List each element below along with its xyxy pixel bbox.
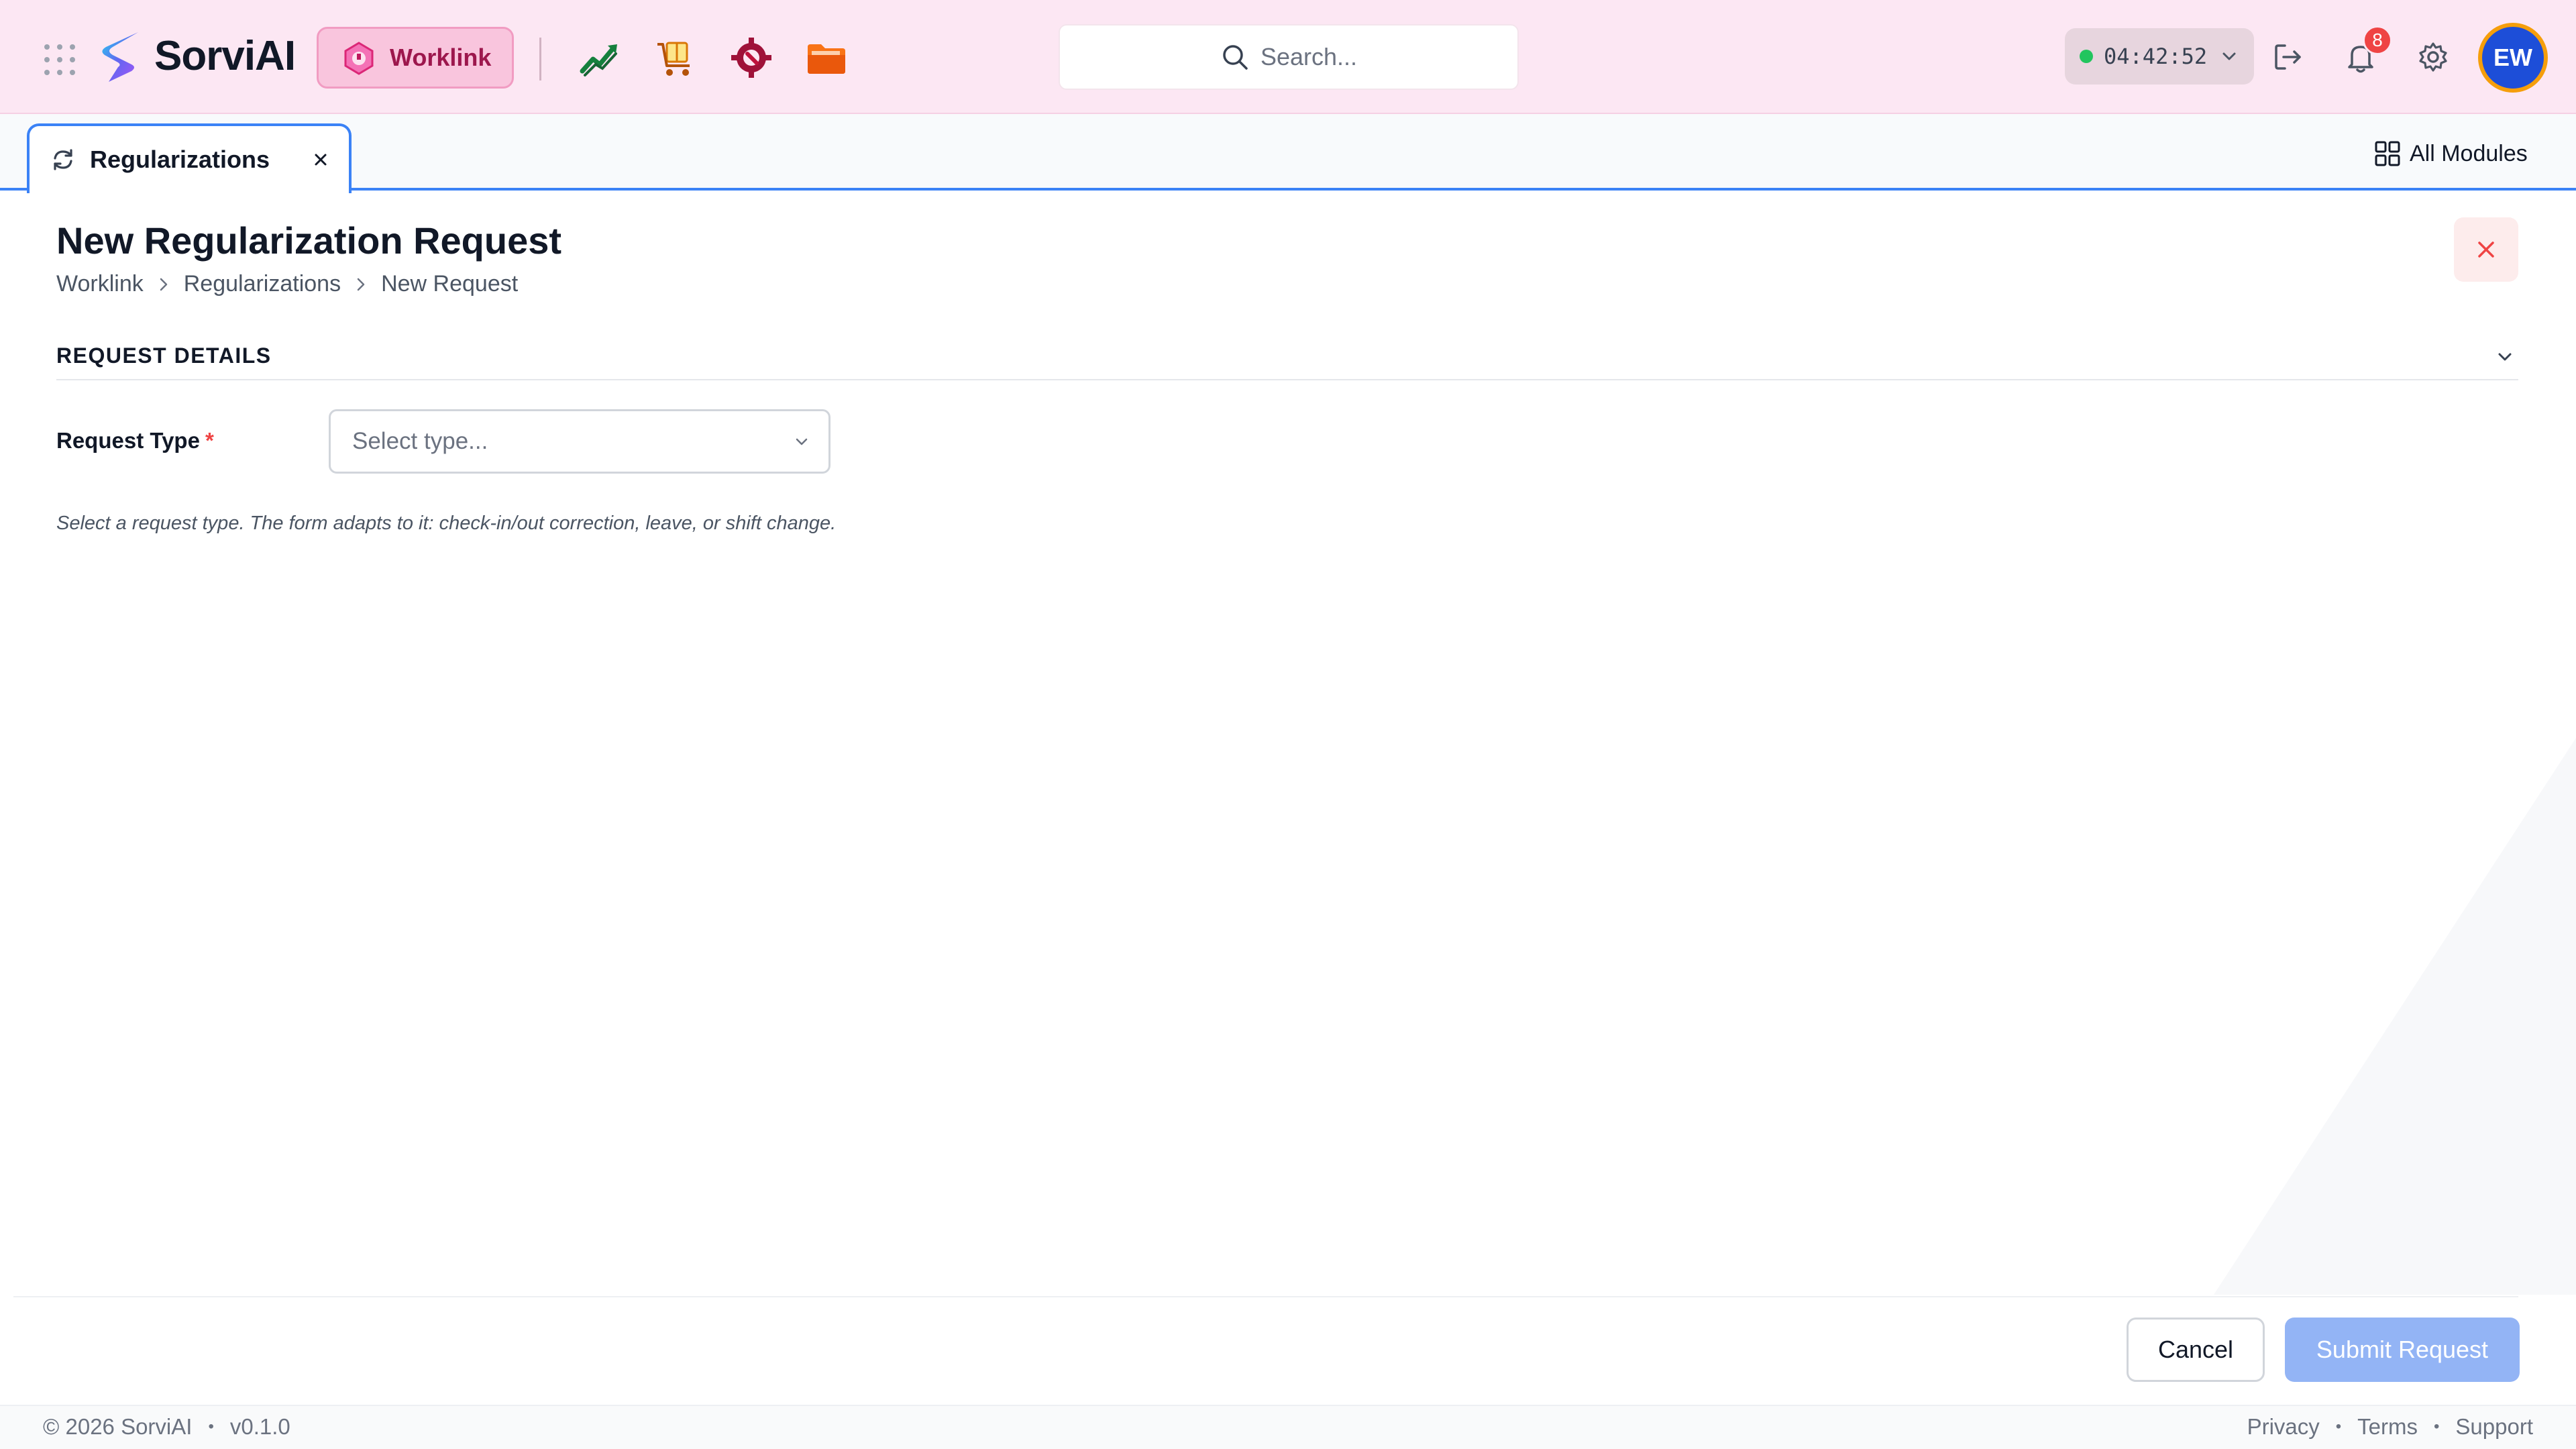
cancel-button[interactable]: Cancel bbox=[2127, 1318, 2265, 1382]
chevron-down-icon bbox=[2222, 52, 2236, 60]
timer-value: 04:42:52 bbox=[2104, 44, 2208, 69]
all-modules-button[interactable]: All Modules bbox=[2373, 137, 2528, 170]
submit-request-button[interactable]: Submit Request bbox=[2285, 1318, 2520, 1382]
brand-logo[interactable]: SorviAI bbox=[98, 28, 296, 83]
top-header: SorviAI Worklink Search... 04:42:52 8 EW bbox=[0, 0, 2576, 114]
active-module-label: Worklink bbox=[390, 44, 492, 71]
app-launcher-icon[interactable] bbox=[44, 44, 75, 75]
chevron-down-icon bbox=[796, 438, 808, 445]
folder-icon[interactable] bbox=[805, 36, 848, 79]
breadcrumb-item-worklink[interactable]: Worklink bbox=[56, 271, 144, 297]
chart-trend-icon[interactable] bbox=[578, 36, 621, 79]
grid-icon bbox=[2375, 141, 2400, 166]
tab-regularizations[interactable]: Regularizations bbox=[27, 123, 352, 193]
close-icon bbox=[2478, 241, 2494, 258]
request-type-label-text: Request Type bbox=[56, 428, 200, 453]
all-modules-label: All Modules bbox=[2410, 140, 2528, 166]
avatar[interactable]: EW bbox=[2478, 23, 2548, 93]
request-type-select[interactable]: Select type... bbox=[329, 409, 830, 474]
search-icon bbox=[1223, 45, 1248, 70]
online-status-dot bbox=[2080, 50, 2093, 63]
footer-left: © 2026 SorviAI • v0.1.0 bbox=[43, 1414, 290, 1440]
chevron-right-icon bbox=[357, 278, 365, 290]
footer-links: Privacy • Terms • Support bbox=[2247, 1414, 2533, 1440]
footer-separator: • bbox=[208, 1417, 214, 1436]
refresh-icon bbox=[54, 149, 72, 170]
app-name: SorviAI bbox=[154, 32, 296, 79]
attendance-timer[interactable]: 04:42:52 bbox=[2065, 28, 2254, 85]
footer-separator: • bbox=[2335, 1417, 2342, 1436]
logout-icon[interactable] bbox=[2271, 40, 2305, 74]
section-title-request-details: REQUEST DETAILS bbox=[56, 343, 272, 368]
copyright-text: © 2026 SorviAI bbox=[43, 1414, 193, 1439]
logo-mark-icon bbox=[102, 32, 138, 82]
search-bar[interactable]: Search... bbox=[1059, 24, 1519, 90]
section-divider bbox=[56, 379, 2518, 380]
collapse-section-chevron-icon[interactable] bbox=[2491, 343, 2518, 370]
search-placeholder: Search... bbox=[1260, 43, 1358, 70]
background-decoration bbox=[2214, 738, 2576, 1295]
page-footer: © 2026 SorviAI • v0.1.0 Privacy • Terms … bbox=[0, 1405, 2576, 1449]
breadcrumb: Worklink Regularizations New Request bbox=[56, 271, 518, 297]
notification-badge: 8 bbox=[2363, 25, 2392, 55]
page-title: New Regularization Request bbox=[56, 219, 562, 262]
footer-link-privacy[interactable]: Privacy bbox=[2247, 1414, 2320, 1440]
chevron-right-icon bbox=[160, 278, 167, 290]
close-form-button[interactable] bbox=[2454, 217, 2518, 282]
close-tab-icon[interactable] bbox=[310, 149, 331, 170]
request-type-label: Request Type * bbox=[56, 428, 214, 453]
required-marker: * bbox=[205, 428, 214, 453]
request-type-hint: Select a request type. The form adapts t… bbox=[56, 513, 837, 534]
header-divider bbox=[539, 38, 541, 80]
gear-wrench-icon[interactable] bbox=[730, 36, 773, 79]
module-switcher-worklink[interactable]: Worklink bbox=[317, 27, 514, 89]
gear-icon[interactable] bbox=[2416, 40, 2450, 74]
footer-separator: • bbox=[2434, 1417, 2440, 1436]
breadcrumb-item-current: New Request bbox=[381, 271, 519, 297]
tab-strip: Regularizations All Modules bbox=[0, 114, 2576, 193]
request-type-placeholder: Select type... bbox=[352, 428, 488, 454]
breadcrumb-item-regularizations[interactable]: Regularizations bbox=[184, 271, 341, 297]
footer-link-terms[interactable]: Terms bbox=[2357, 1414, 2418, 1440]
actions-divider bbox=[13, 1296, 2518, 1297]
box-cart-icon[interactable] bbox=[655, 36, 698, 79]
worklink-icon bbox=[344, 42, 374, 75]
version-text: v0.1.0 bbox=[229, 1414, 290, 1439]
tab-label: Regularizations bbox=[90, 146, 270, 173]
footer-link-support[interactable]: Support bbox=[2455, 1414, 2533, 1440]
